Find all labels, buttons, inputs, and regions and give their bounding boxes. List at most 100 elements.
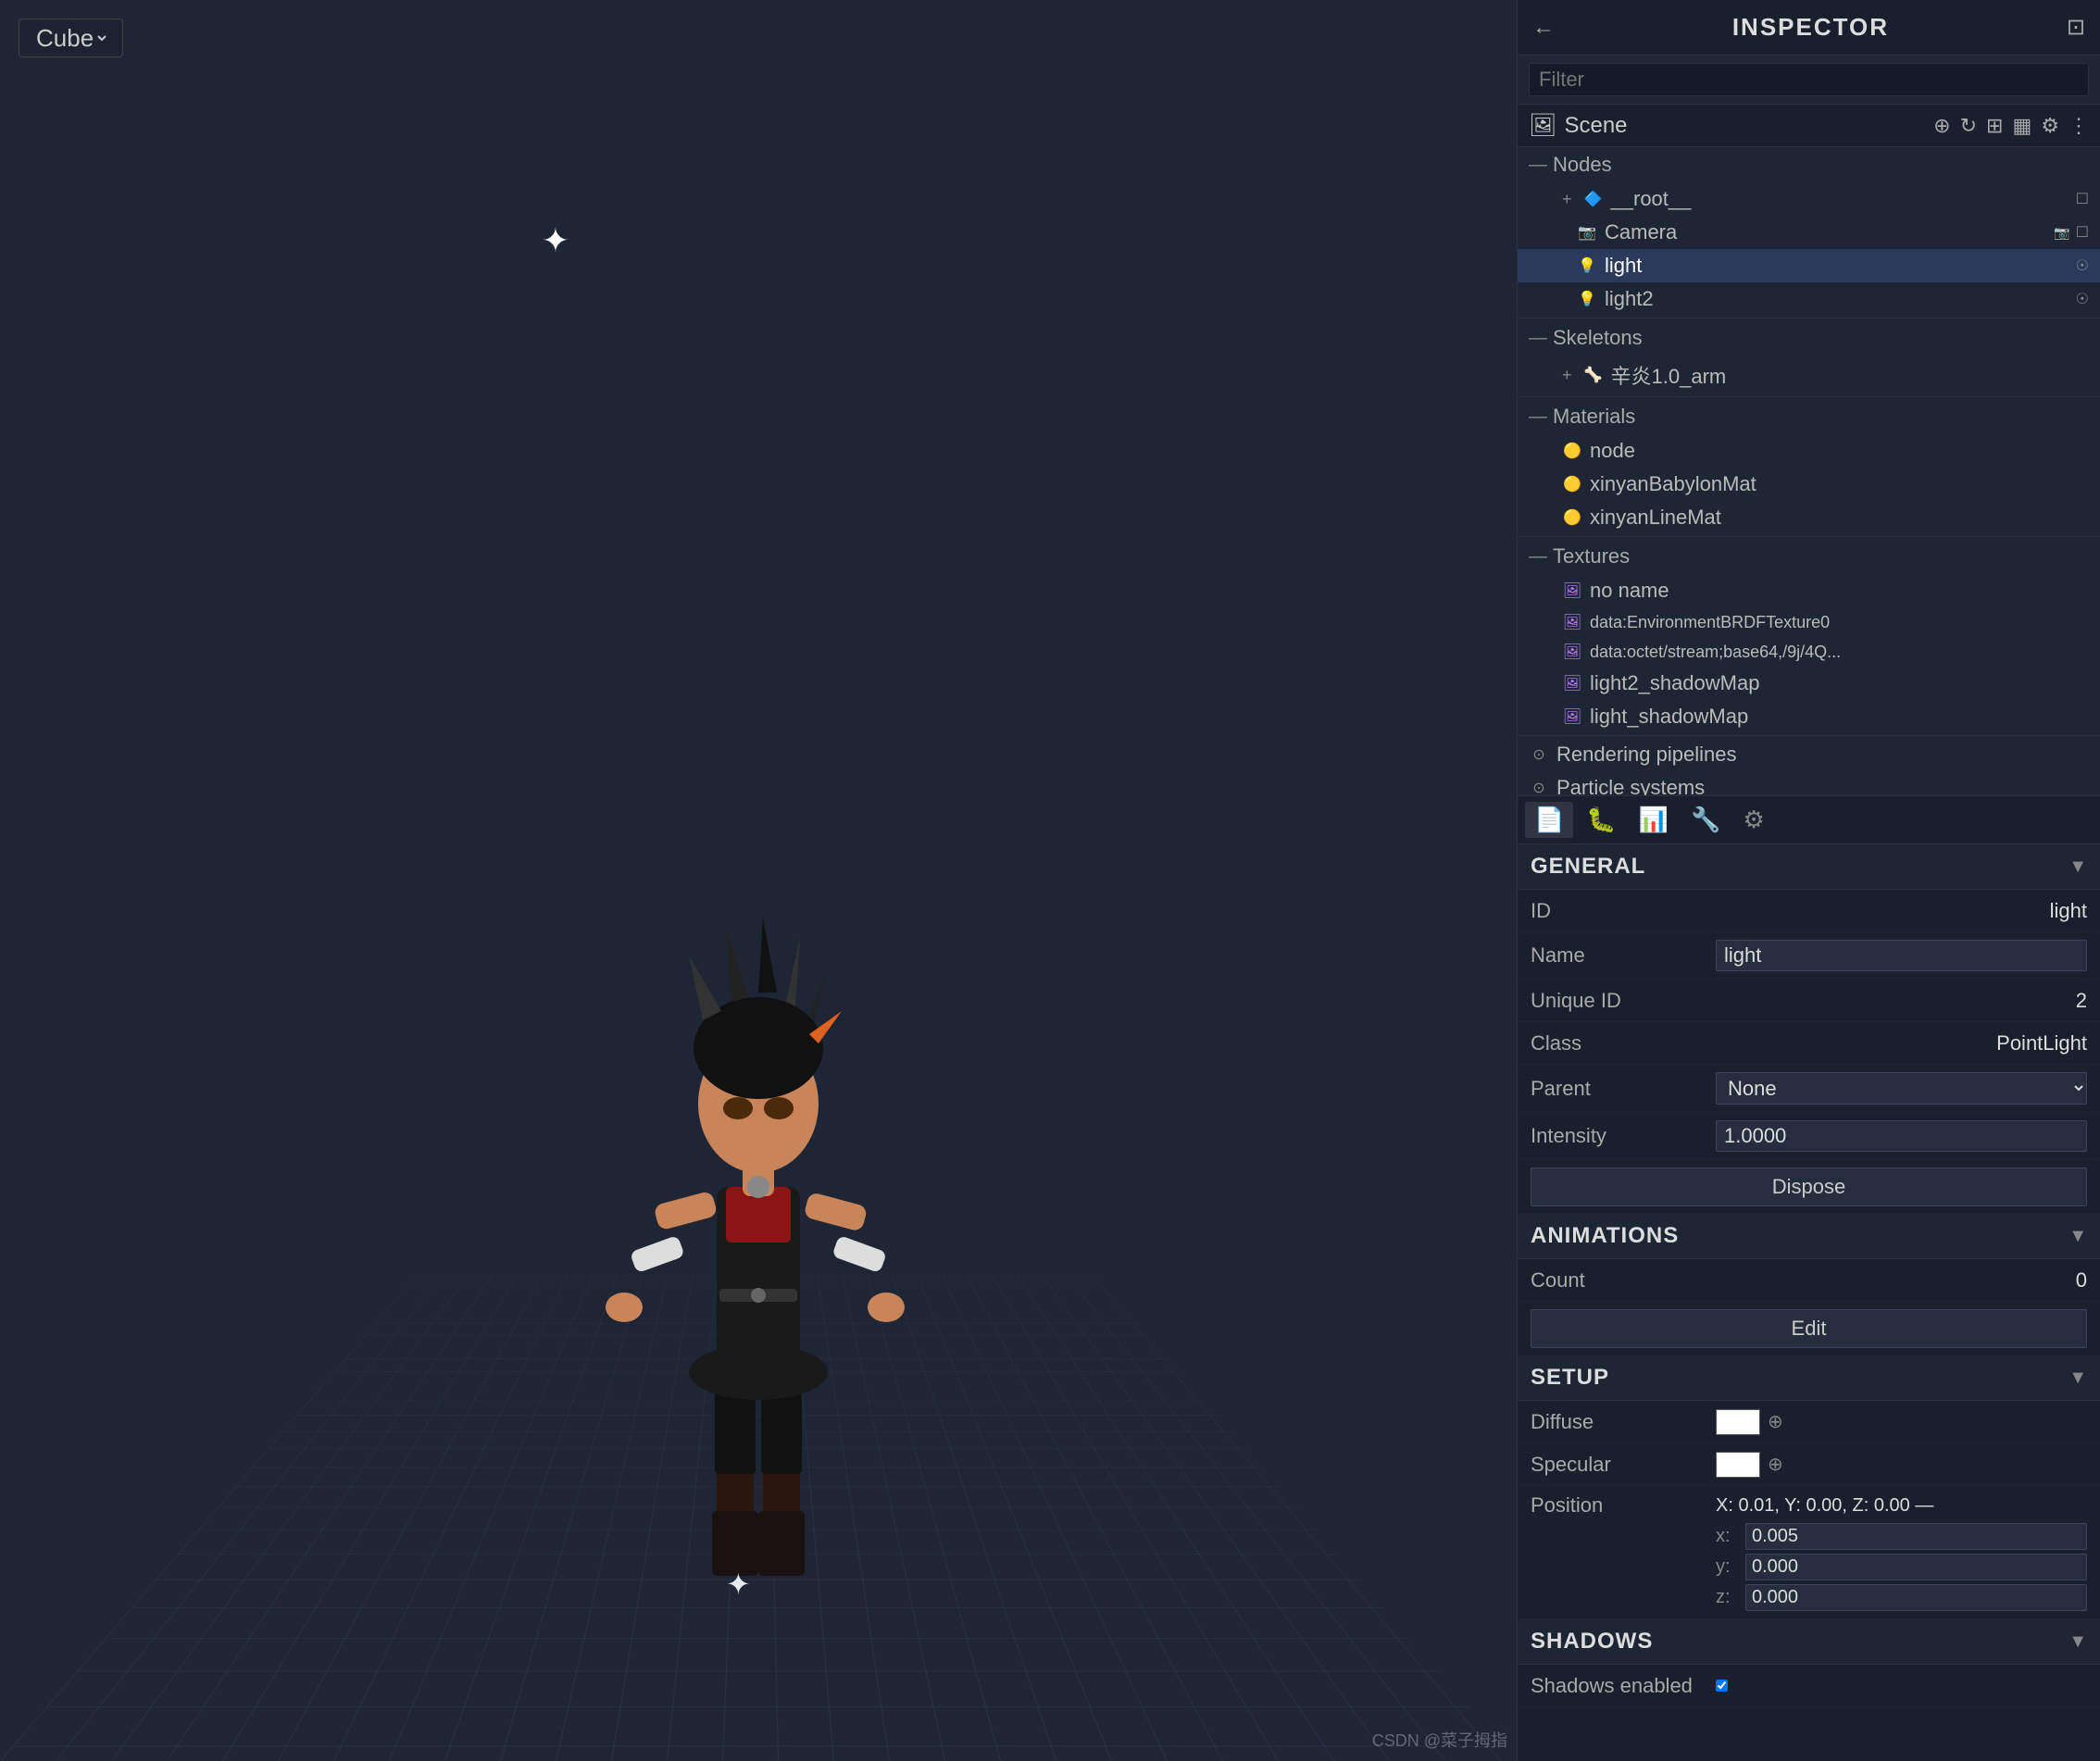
z-input[interactable]: [1745, 1584, 2087, 1611]
octet-label: data:octet/stream;base64,/9j/4Q...: [1590, 643, 1841, 662]
inspector-header: ← INSPECTOR ⊡: [1518, 0, 2100, 56]
prop-intensity: Intensity: [1518, 1113, 2100, 1160]
class-value: PointLight: [1716, 1031, 2087, 1055]
diffuse-add-icon[interactable]: ⊕: [1768, 1410, 1783, 1433]
arm-icon: 🦴: [1583, 365, 1604, 385]
scene-select[interactable]: Cube: [32, 23, 109, 53]
env-brdf-label: data:EnvironmentBRDFTexture0: [1590, 613, 1830, 632]
y-input[interactable]: [1745, 1554, 2087, 1580]
nodes-collapse: —: [1529, 155, 1547, 176]
general-section-header[interactable]: GENERAL ▼: [1518, 844, 2100, 890]
divider-rendering: [1518, 735, 2100, 736]
expand-root[interactable]: +: [1562, 190, 1572, 209]
scene-label: Scene: [1564, 113, 1627, 139]
camera-label: Camera: [1605, 220, 1677, 244]
tab-properties[interactable]: 📄: [1525, 802, 1573, 838]
tree-item-light2[interactable]: 💡 light2 ☉: [1518, 282, 2100, 316]
tree-item-arm[interactable]: + 🦴 辛炎1.0_arm: [1518, 356, 2100, 394]
setup-chevron: ▼: [2069, 1368, 2087, 1389]
diffuse-label: Diffuse: [1531, 1410, 1716, 1434]
x-label: x:: [1716, 1526, 1738, 1547]
setup-section-header[interactable]: SETUP ▼: [1518, 1355, 2100, 1401]
properties-panel: GENERAL ▼ ID light Name Unique ID 2 Clas…: [1518, 844, 2100, 1761]
tree-item-no-name[interactable]: 🖼 no name: [1518, 574, 2100, 607]
id-label: ID: [1531, 899, 1716, 923]
add-scene-btn[interactable]: ⊕: [1933, 114, 1950, 138]
textures-group[interactable]: — Textures: [1518, 539, 2100, 574]
light-icon: 💡: [1577, 256, 1597, 276]
light-shadow-icon: 🖼: [1562, 706, 1582, 727]
skeletons-label: Skeletons: [1553, 326, 1643, 350]
xinyan-line-label: xinyanLineMat: [1590, 506, 1721, 530]
filter-input[interactable]: [1529, 63, 2089, 96]
textures-label: Textures: [1553, 544, 1630, 568]
light2-shadow-label: light2_shadowMap: [1590, 671, 1759, 695]
camera-visibility[interactable]: ☐: [2076, 223, 2089, 242]
intensity-input[interactable]: [1716, 1120, 2087, 1152]
tree-item-octet[interactable]: 🖼 data:octet/stream;base64,/9j/4Q...: [1518, 637, 2100, 667]
animations-title: ANIMATIONS: [1531, 1223, 1679, 1249]
light2-shadow-icon: 🖼: [1562, 673, 1582, 693]
animations-section-header[interactable]: ANIMATIONS ▼: [1518, 1214, 2100, 1259]
z-label: z:: [1716, 1587, 1738, 1608]
layout-btn[interactable]: ▦: [2012, 114, 2031, 138]
tree-item-node-mat[interactable]: 🟡 node: [1518, 434, 2100, 468]
pin-button[interactable]: ⊡: [2067, 14, 2085, 41]
shadows-enabled-checkbox[interactable]: [1716, 1680, 1728, 1692]
specular-swatch[interactable]: [1716, 1452, 1760, 1478]
tree-item-light-shadow[interactable]: 🖼 light_shadowMap: [1518, 700, 2100, 733]
tree-item-light[interactable]: 💡 light ☉: [1518, 249, 2100, 282]
crosshair-icon: ✦: [537, 222, 574, 259]
root-label: __root__: [1611, 187, 1692, 211]
scene-dropdown[interactable]: Cube: [19, 19, 123, 57]
edit-button[interactable]: Edit: [1531, 1309, 2087, 1348]
tree-item-xinyan-line[interactable]: 🟡 xinyanLineMat: [1518, 501, 2100, 534]
position-summary: X: 0.01, Y: 0.00, Z: 0.00 —: [1716, 1495, 1933, 1517]
x-input[interactable]: [1745, 1523, 2087, 1550]
materials-group[interactable]: — Materials: [1518, 399, 2100, 434]
tree-item-env-brdf[interactable]: 🖼 data:EnvironmentBRDFTexture0: [1518, 607, 2100, 637]
specular-add-icon[interactable]: ⊕: [1768, 1453, 1783, 1476]
nodes-label: Nodes: [1553, 153, 1612, 177]
skeletons-group[interactable]: — Skeletons: [1518, 320, 2100, 356]
tree-item-xinyan-babylon[interactable]: 🟡 xinyanBabylonMat: [1518, 468, 2100, 501]
inspector-tabs: 📄 🐛 📊 🔧 ⚙: [1518, 795, 2100, 844]
general-chevron: ▼: [2069, 856, 2087, 878]
tab-stats[interactable]: 📊: [1630, 802, 1678, 838]
scene-settings-btn[interactable]: ⚙: [2041, 114, 2059, 138]
materials-collapse: —: [1529, 406, 1547, 428]
diffuse-swatch[interactable]: [1716, 1409, 1760, 1435]
class-label: Class: [1531, 1031, 1716, 1055]
tree-item-root[interactable]: + 🔷 __root__ ☐: [1518, 182, 2100, 216]
light2-visibility[interactable]: ☉: [2076, 290, 2089, 308]
env-brdf-icon: 🖼: [1562, 612, 1582, 632]
dispose-button[interactable]: Dispose: [1531, 1168, 2087, 1206]
tab-debug[interactable]: 🐛: [1577, 802, 1625, 838]
nodes-group[interactable]: — Nodes: [1518, 147, 2100, 182]
tree-item-light2-shadow[interactable]: 🖼 light2_shadowMap: [1518, 667, 2100, 700]
shadows-enabled-label: Shadows enabled: [1531, 1674, 1716, 1698]
specular-label: Specular: [1531, 1453, 1716, 1477]
prop-specular: Specular ⊕: [1518, 1443, 2100, 1486]
tree-item-rendering[interactable]: ⊙ Rendering pipelines: [1518, 738, 2100, 771]
tab-tools[interactable]: 🔧: [1681, 802, 1730, 838]
light-visibility[interactable]: ☉: [2076, 256, 2089, 275]
divider-materials: [1518, 396, 2100, 397]
tree-item-camera[interactable]: 📷 Camera 📷 ☐: [1518, 216, 2100, 249]
back-button[interactable]: ←: [1532, 15, 1555, 41]
scene-more-btn[interactable]: ⋮: [2069, 114, 2089, 138]
name-input[interactable]: [1716, 940, 2087, 971]
scene-tree: — Nodes + 🔷 __root__ ☐ 📷 Camera 📷 ☐ 💡 li…: [1518, 147, 2100, 795]
shadows-section-header[interactable]: SHADOWS ▼: [1518, 1619, 2100, 1665]
name-label: Name: [1531, 943, 1716, 968]
id-value: light: [1716, 899, 2087, 923]
scene-icon: 🖼: [1529, 112, 1556, 139]
tree-item-particles[interactable]: ⊙ Particle systems: [1518, 771, 2100, 795]
refresh-btn[interactable]: ↻: [1960, 114, 1977, 138]
grid-btn[interactable]: ⊞: [1986, 114, 2003, 138]
expand-arm[interactable]: +: [1562, 366, 1572, 385]
position-label: Position: [1531, 1493, 1716, 1517]
root-visibility[interactable]: ☐: [2076, 190, 2089, 208]
parent-select[interactable]: None: [1716, 1072, 2087, 1105]
tab-settings[interactable]: ⚙: [1734, 802, 1774, 838]
